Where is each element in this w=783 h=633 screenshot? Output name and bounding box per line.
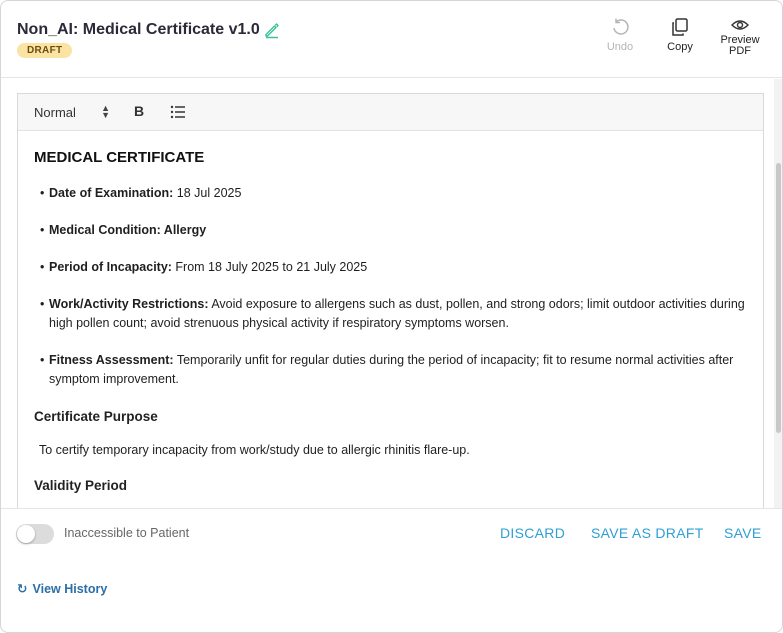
- item-label: Medical Condition: Allergy: [49, 223, 207, 237]
- toggle-label: Inaccessible to Patient: [64, 526, 190, 540]
- validity-heading: Validity Period: [34, 478, 128, 493]
- pencil-icon[interactable]: [263, 21, 281, 39]
- view-history-label: View History: [32, 582, 108, 596]
- purpose-heading: Certificate Purpose: [34, 409, 158, 424]
- list-item: Work/Activity Restrictions: Avoid exposu…: [34, 295, 749, 333]
- patient-access-toggle[interactable]: [16, 524, 54, 544]
- bullet-list-icon[interactable]: [170, 105, 186, 119]
- editor-toolbar: Normal ▲ ▼ B: [18, 94, 763, 131]
- refresh-icon: ↻: [17, 582, 28, 596]
- view-history-link[interactable]: ↻ View History: [17, 581, 107, 596]
- eye-icon: [731, 20, 749, 30]
- copy-label: Copy: [667, 41, 693, 53]
- document-content[interactable]: MEDICAL CERTIFICATE Date of Examination:…: [34, 148, 749, 508]
- footer: Inaccessible to Patient DISCARD SAVE AS …: [1, 508, 782, 632]
- copy-button[interactable]: Copy: [664, 17, 696, 53]
- copy-icon: [672, 18, 688, 36]
- scrollbar-thumb[interactable]: [776, 163, 781, 433]
- preview-label-line2: PDF: [729, 45, 751, 57]
- item-text: From 18 July 2025 to 21 July 2025: [171, 260, 368, 274]
- save-button[interactable]: SAVE: [724, 525, 762, 541]
- scrollbar-track[interactable]: [774, 79, 782, 509]
- list-item: Period of Incapacity: From 18 July 2025 …: [34, 258, 749, 277]
- preview-pdf-button[interactable]: Preview PDF: [717, 17, 763, 57]
- undo-label: Undo: [606, 41, 634, 53]
- text-style-value: Normal: [34, 105, 76, 120]
- document-heading: MEDICAL CERTIFICATE: [34, 149, 205, 166]
- item-label: Date of Examination:: [49, 186, 174, 200]
- page-title: Non_AI: Medical Certificate v1.0: [17, 21, 260, 38]
- save-as-draft-button[interactable]: SAVE AS DRAFT: [591, 525, 704, 541]
- item-label: Fitness Assessment:: [49, 353, 174, 367]
- certificate-details-list: Date of Examination: 18 Jul 2025 Medical…: [34, 184, 749, 389]
- purpose-text: To certify temporary incapacity from wor…: [39, 443, 470, 457]
- status-badge: DRAFT: [17, 43, 73, 58]
- item-label: Period of Incapacity:: [49, 260, 172, 274]
- item-label: Work/Activity Restrictions:: [49, 297, 209, 311]
- list-item: Fitness Assessment: Temporarily unfit fo…: [34, 351, 749, 389]
- header: Non_AI: Medical Certificate v1.0 DRAFT U…: [1, 1, 782, 78]
- toggle-knob: [17, 525, 35, 543]
- discard-button[interactable]: DISCARD: [500, 525, 565, 541]
- bold-button[interactable]: B: [134, 103, 144, 119]
- rich-text-editor[interactable]: Normal ▲▼ B MEDICAL CERTIFICATE Date of …: [17, 93, 764, 508]
- list-item: Date of Examination: 18 Jul 2025: [34, 184, 749, 203]
- list-item: Medical Condition: Allergy: [34, 221, 749, 240]
- undo-icon: [613, 18, 629, 35]
- item-text: 18 Jul 2025: [173, 186, 242, 200]
- certificate-editor-panel: Non_AI: Medical Certificate v1.0 DRAFT U…: [0, 0, 783, 633]
- select-arrows-icon: ▲ ▼: [101, 103, 110, 120]
- undo-button[interactable]: Undo: [604, 17, 636, 53]
- text-style-select[interactable]: Normal ▲ ▼: [34, 103, 110, 121]
